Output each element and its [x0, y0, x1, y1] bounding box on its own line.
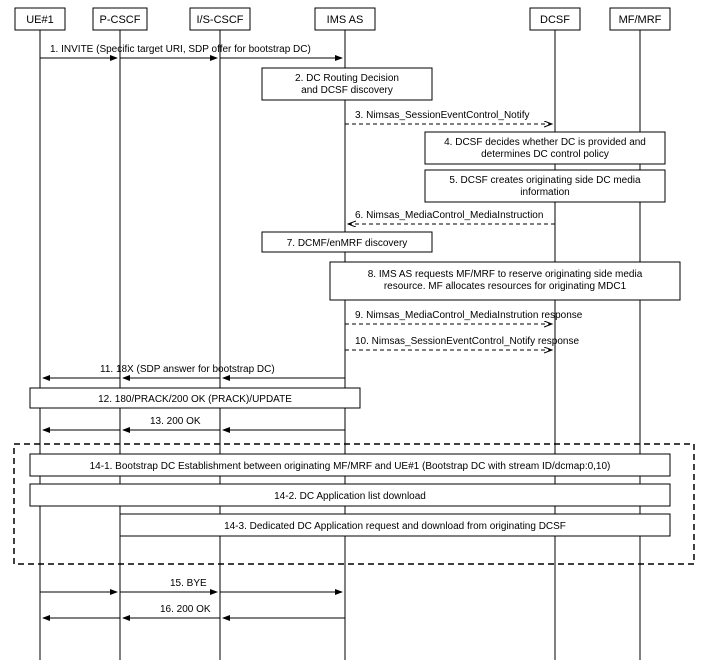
svg-text:10. Nimsas_SessionEventControl: 10. Nimsas_SessionEventControl_Notify re… — [355, 336, 579, 347]
step-8-reserve-media: 8. IMS AS requests MF/MRF to reserve ori… — [330, 262, 680, 300]
msg-11-18x: 11. 18X (SDP answer for bootstrap DC) — [43, 364, 345, 378]
msg-15-bye: 15. BYE — [40, 578, 342, 592]
svg-text:7. DCMF/enMRF discovery: 7. DCMF/enMRF discovery — [287, 238, 408, 249]
svg-text:UE#1: UE#1 — [26, 14, 54, 26]
step-2-text: 2. DC Routing Decisionand DCSF discovery — [295, 73, 399, 96]
svg-text:3. Nimsas_SessionEventControl_: 3. Nimsas_SessionEventControl_Notify — [355, 110, 530, 121]
msg-10-notify-response: 10. Nimsas_SessionEventControl_Notify re… — [345, 336, 579, 350]
step-7-dcmf-discovery: 7. DCMF/enMRF discovery — [262, 232, 432, 252]
step-12-prack-update: 12. 180/PRACK/200 OK (PRACK)/UPDATE — [30, 388, 360, 408]
msg-9-media-response: 9. Nimsas_MediaControl_MediaInstrution r… — [345, 310, 583, 324]
msg-3-notify: 3. Nimsas_SessionEventControl_Notify — [345, 110, 552, 124]
msg-1-invite: 1. INVITE (Specific target URI, SDP offe… — [40, 44, 342, 58]
step-14-3: 14-3. Dedicated DC Application request a… — [120, 514, 670, 536]
svg-text:6. Nimsas_MediaControl_MediaIn: 6. Nimsas_MediaControl_MediaInstruction — [355, 210, 543, 221]
svg-text:14-3. Dedicated DC Application: 14-3. Dedicated DC Application request a… — [224, 521, 566, 532]
svg-text:9. Nimsas_MediaControl_MediaIn: 9. Nimsas_MediaControl_MediaInstrution r… — [355, 310, 583, 321]
svg-text:1. INVITE (Specific target URI: 1. INVITE (Specific target URI, SDP offe… — [50, 44, 311, 55]
participant-imsas: IMS AS — [315, 8, 375, 660]
step-14-1: 14-1. Bootstrap DC Establishment between… — [30, 454, 670, 476]
step-5-media-info: 5. DCSF creates originating side DC medi… — [425, 170, 665, 202]
svg-text:DCSF: DCSF — [540, 14, 570, 26]
svg-text:11. 18X (SDP answer for bootst: 11. 18X (SDP answer for bootstrap DC) — [100, 364, 275, 375]
svg-text:16. 200 OK: 16. 200 OK — [160, 604, 211, 615]
participant-mfmrf: MF/MRF — [610, 8, 670, 660]
svg-text:14-2. DC Application list down: 14-2. DC Application list download — [274, 491, 426, 502]
svg-text:14-1. Bootstrap DC Establishme: 14-1. Bootstrap DC Establishment between… — [90, 461, 611, 472]
svg-text:P-CSCF: P-CSCF — [100, 14, 141, 26]
svg-text:I/S-CSCF: I/S-CSCF — [196, 14, 243, 26]
participant-iscscf: I/S-CSCF — [190, 8, 250, 660]
step-8-text: 8. IMS AS requests MF/MRF to reserve ori… — [368, 269, 643, 292]
participant-ue1: UE#1 — [15, 8, 65, 660]
msg-16-200ok: 16. 200 OK — [43, 604, 345, 618]
svg-text:13. 200 OK: 13. 200 OK — [150, 416, 201, 427]
msg-6-media-instruction: 6. Nimsas_MediaControl_MediaInstruction — [348, 210, 555, 224]
sequence-diagram: UE#1 P-CSCF I/S-CSCF IMS AS DCSF MF/MRF … — [0, 0, 707, 670]
msg-13-200ok: 13. 200 OK — [43, 416, 345, 430]
svg-text:IMS AS: IMS AS — [327, 14, 364, 26]
participant-dcsf: DCSF — [530, 8, 580, 660]
svg-text:MF/MRF: MF/MRF — [619, 14, 662, 26]
step-4-dc-decision: 4. DCSF decides whether DC is provided a… — [425, 132, 665, 164]
svg-text:12. 180/PRACK/200 OK (PRACK)/U: 12. 180/PRACK/200 OK (PRACK)/UPDATE — [98, 394, 292, 405]
svg-text:15. BYE: 15. BYE — [170, 578, 207, 589]
step-14-2: 14-2. DC Application list download — [30, 484, 670, 506]
participant-pcscf: P-CSCF — [93, 8, 147, 660]
step-2-routing-decision: 2. DC Routing Decisionand DCSF discovery — [262, 68, 432, 100]
